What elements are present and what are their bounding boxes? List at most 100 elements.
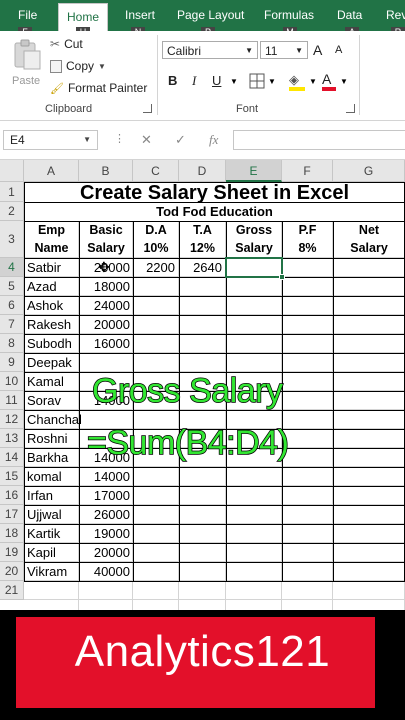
employee-name-cell[interactable]: Kartik	[27, 524, 60, 543]
employee-name-cell[interactable]: Vikram	[27, 562, 67, 581]
cancel-icon[interactable]: ✕	[141, 132, 152, 148]
employee-name-cell[interactable]: Satbir	[27, 258, 61, 277]
employee-name-cell[interactable]: Barkha	[27, 448, 68, 467]
name-box[interactable]: E4 ▼	[3, 130, 98, 150]
fill-handle[interactable]	[279, 274, 285, 280]
more-options-icon[interactable]: ⋮	[114, 132, 125, 145]
paste-button[interactable]: Paste	[8, 39, 46, 95]
shrink-font-button[interactable]: A	[335, 44, 342, 56]
chevron-down-icon[interactable]: ▼	[268, 77, 276, 86]
row-header-20[interactable]: 20	[0, 562, 24, 581]
font-size-select[interactable]: 11 ▼	[260, 41, 308, 59]
column-header-c[interactable]: C	[133, 160, 179, 182]
row-header-17[interactable]: 17	[0, 505, 24, 524]
basic-salary-cell[interactable]: 19000	[79, 524, 130, 543]
row-header-18[interactable]: 18	[0, 524, 24, 543]
format-painter-button[interactable]: 🖌 Format Painter	[50, 81, 147, 95]
basic-salary-cell[interactable]: 20000	[79, 315, 130, 334]
table-border	[24, 221, 405, 222]
basic-salary-cell[interactable]: 26000	[79, 505, 130, 524]
row-header-10[interactable]: 10	[0, 372, 24, 391]
employee-name-cell[interactable]: Deepak	[27, 353, 72, 372]
row-header-14[interactable]: 14	[0, 448, 24, 467]
row-header-4[interactable]: 4	[0, 258, 24, 277]
column-header-b[interactable]: B	[79, 160, 133, 182]
row-header-1[interactable]: 1	[0, 182, 24, 202]
row-header-15[interactable]: 15	[0, 467, 24, 486]
row-header-12[interactable]: 12	[0, 410, 24, 429]
basic-salary-cell[interactable]: 20000	[79, 543, 130, 562]
row-header-21[interactable]: 21	[0, 581, 24, 600]
employee-name-cell[interactable]: Rakesh	[27, 315, 71, 334]
row-header-5[interactable]: 5	[0, 277, 24, 296]
dialog-launcher-icon[interactable]	[346, 104, 355, 113]
table-border	[24, 353, 405, 354]
row-header-9[interactable]: 9	[0, 353, 24, 372]
column-title-line2: 8%	[298, 241, 317, 255]
select-all-corner[interactable]	[0, 160, 24, 182]
employee-name-cell[interactable]: Irfan	[27, 486, 53, 505]
employee-name-cell[interactable]: Chanchal	[27, 410, 82, 429]
formula-bar: E4 ▼ ⋮ ✕ ✓ fx	[0, 121, 405, 160]
font-color-button[interactable]: A	[322, 71, 338, 91]
row-header-13[interactable]: 13	[0, 429, 24, 448]
borders-button[interactable]	[249, 73, 265, 94]
employee-name-cell[interactable]: komal	[27, 467, 62, 486]
table-border	[79, 221, 80, 581]
row-header-16[interactable]: 16	[0, 486, 24, 505]
basic-salary-cell[interactable]	[79, 353, 130, 372]
basic-salary-cell[interactable]: 24000	[79, 296, 130, 315]
column-header-e[interactable]: E	[226, 160, 282, 182]
formula-input[interactable]	[233, 130, 405, 150]
employee-name-cell[interactable]: Kapil	[27, 543, 56, 562]
basic-salary-cell[interactable]: 18000	[79, 277, 130, 296]
row-header-8[interactable]: 8	[0, 334, 24, 353]
chevron-down-icon[interactable]: ▼	[309, 77, 317, 86]
font-name-value: Calibri	[167, 44, 202, 58]
active-cell-e4[interactable]	[225, 257, 283, 278]
basic-salary-cell[interactable]: 16000	[79, 334, 130, 353]
row-header-19[interactable]: 19	[0, 543, 24, 562]
row-header-6[interactable]: 6	[0, 296, 24, 315]
employee-name-cell[interactable]: Subodh	[27, 334, 72, 353]
row-header-3[interactable]: 3	[0, 221, 24, 258]
column-title-line1: D.A	[145, 223, 167, 237]
copy-button[interactable]: Copy ▼	[50, 59, 106, 73]
grow-font-button[interactable]: A	[313, 42, 322, 58]
ta-cell[interactable]: 2640	[179, 258, 222, 277]
paint-bucket-icon: ◈	[289, 72, 299, 87]
insert-function-button[interactable]: fx	[209, 132, 218, 148]
basic-salary-cell[interactable]: 17000	[79, 486, 130, 505]
fill-color-button[interactable]: ◈	[289, 71, 307, 91]
employee-name-cell[interactable]: Ashok	[27, 296, 63, 315]
basic-salary-cell[interactable]: 14000	[79, 467, 130, 486]
column-header-g[interactable]: G	[333, 160, 405, 182]
paintbrush-icon: 🖌	[50, 82, 64, 95]
employee-name-cell[interactable]: Kamal	[27, 372, 64, 391]
basic-salary-cell[interactable]: 40000	[79, 562, 130, 581]
chevron-down-icon[interactable]: ▼	[230, 77, 238, 86]
table-border	[24, 486, 405, 487]
chevron-down-icon[interactable]: ▼	[340, 77, 348, 86]
cursor-icon: ✥	[98, 259, 110, 275]
bold-button[interactable]: B	[168, 73, 177, 88]
da-cell[interactable]: 2200	[133, 258, 175, 277]
column-header-a[interactable]: A	[24, 160, 79, 182]
employee-name-cell[interactable]: Azad	[27, 277, 57, 296]
name-box-value: E4	[10, 133, 25, 147]
column-header-d[interactable]: D	[179, 160, 226, 182]
font-name-select[interactable]: Calibri ▼	[162, 41, 258, 59]
column-header-f[interactable]: F	[282, 160, 333, 182]
employee-name-cell[interactable]: Sorav	[27, 391, 61, 410]
underline-button[interactable]: U	[212, 73, 221, 88]
row-header-7[interactable]: 7	[0, 315, 24, 334]
dialog-launcher-icon[interactable]	[143, 104, 152, 113]
table-border	[24, 505, 405, 506]
row-header-11[interactable]: 11	[0, 391, 24, 410]
row-header-2[interactable]: 2	[0, 202, 24, 221]
employee-name-cell[interactable]: Ujjwal	[27, 505, 62, 524]
enter-icon[interactable]: ✓	[175, 132, 186, 148]
cut-button[interactable]: ✂ Cut	[50, 37, 83, 51]
italic-button[interactable]: I	[192, 73, 196, 89]
employee-name-cell[interactable]: Roshni	[27, 429, 67, 448]
